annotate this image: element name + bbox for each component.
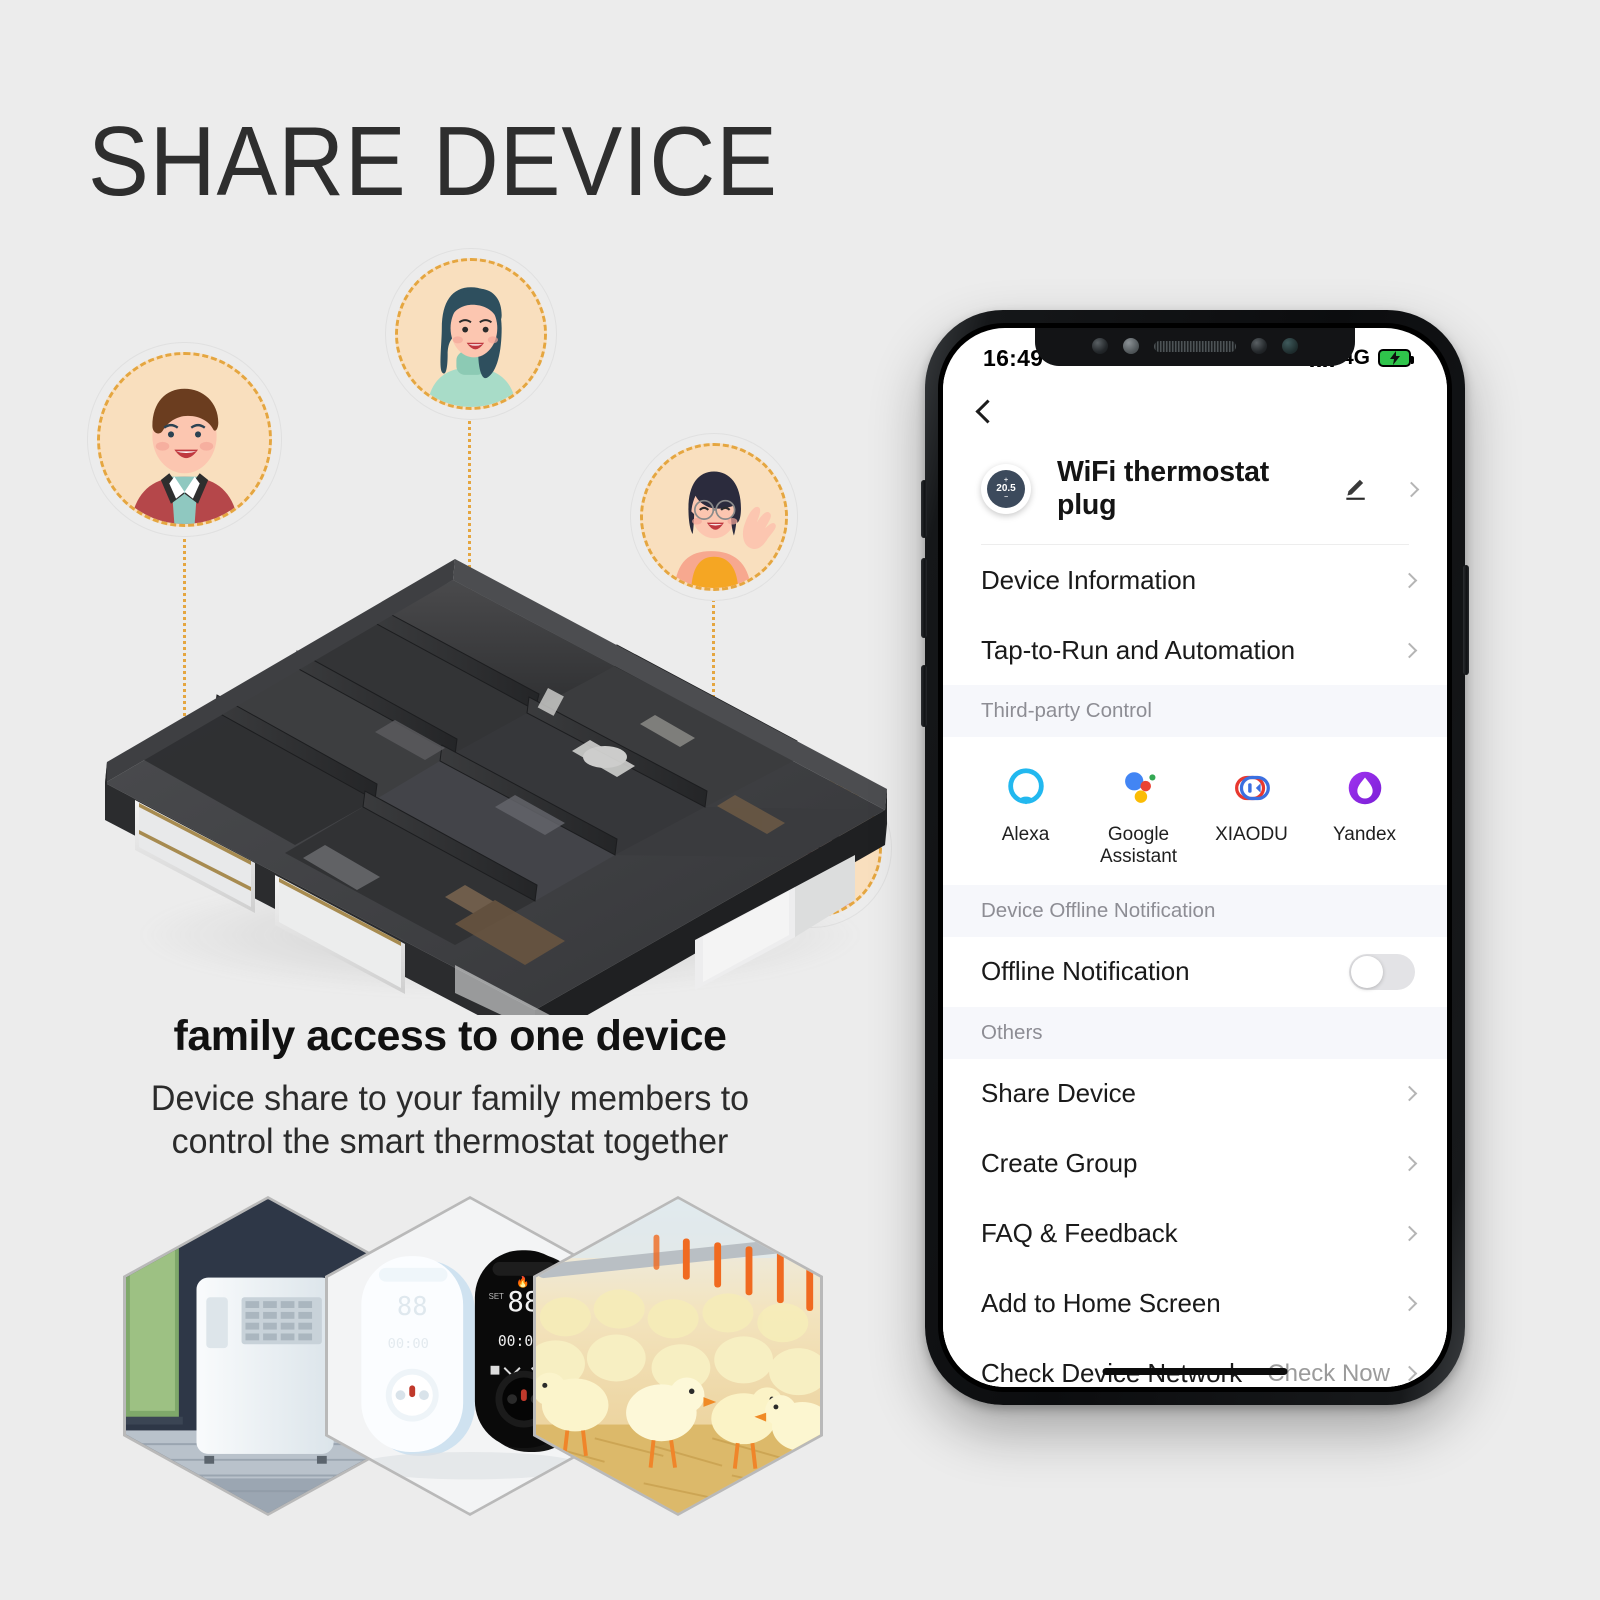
third-party-grid: Alexa Google Assistant XIAODU Yandex (943, 737, 1447, 885)
svg-text:88: 88 (397, 1292, 428, 1322)
pencil-icon[interactable] (1342, 476, 1368, 502)
xiaodu-icon (1229, 765, 1275, 811)
row-check-device-network[interactable]: Check Device Network Check Now (943, 1338, 1447, 1387)
row-faq-feedback[interactable]: FAQ & Feedback (943, 1198, 1447, 1269)
row-label: FAQ & Feedback (981, 1218, 1178, 1249)
row-label: Share Device (981, 1078, 1136, 1109)
chevron-right-icon (1401, 1086, 1418, 1102)
alexa-icon (1003, 765, 1049, 811)
section-header-third-party: Third-party Control (943, 685, 1447, 737)
battery-charging-icon (1378, 349, 1414, 367)
isometric-floorplan-illustration (95, 545, 905, 1015)
third-party-label: Google Assistant (1100, 824, 1177, 869)
avatar-woman-long-hair (395, 258, 547, 410)
hex-tile-chicks-farm (533, 1196, 823, 1516)
thermostat-device-icon: + 20.5 − (981, 464, 1031, 514)
third-party-google-assistant[interactable]: Google Assistant (1082, 765, 1195, 869)
front-camera-icon (1092, 338, 1108, 354)
phone-screen: 16:49 4G + 20.5 − WiFi thermostat plug D… (943, 328, 1447, 1387)
chevron-right-icon (1401, 1226, 1418, 1242)
chevron-right-icon (1401, 1156, 1418, 1172)
avatar-illustration-1 (100, 355, 269, 524)
app-content: + 20.5 − WiFi thermostat plug Device Inf… (943, 374, 1447, 1387)
section-header-offline: Device Offline Notification (943, 884, 1447, 937)
toggle-knob (1351, 955, 1383, 988)
svg-text:00:00: 00:00 (388, 1336, 429, 1352)
thermostat-temperature: 20.5 (996, 483, 1016, 494)
chevron-right-icon (1403, 481, 1420, 497)
device-name: WiFi thermostat plug (1057, 456, 1270, 521)
chevron-right-icon (1401, 572, 1418, 588)
earpiece-speaker-icon (1154, 340, 1236, 352)
section-header-others: Others (943, 1006, 1447, 1059)
description-text: Device share to your family members to c… (14, 1078, 887, 1163)
yandex-icon (1342, 765, 1388, 811)
dot-projector-icon (1282, 338, 1298, 354)
row-add-to-home-screen[interactable]: Add to Home Screen (943, 1268, 1447, 1339)
offline-notification-toggle[interactable] (1349, 953, 1415, 990)
row-create-group[interactable]: Create Group (943, 1128, 1447, 1199)
plus-sign: + (1003, 477, 1009, 484)
proximity-sensor-icon (1123, 338, 1139, 354)
phone-notch (1035, 328, 1355, 366)
row-share-device[interactable]: Share Device (943, 1058, 1447, 1129)
google-assistant-line2: Assistant (1099, 846, 1178, 868)
chevron-left-icon (975, 398, 1000, 424)
chevron-right-icon (1401, 642, 1418, 658)
third-party-label: XIAODU (1215, 824, 1288, 845)
phone-mute-switch[interactable] (921, 665, 927, 727)
chevron-right-icon (1401, 1366, 1418, 1382)
description-line-1: Device share to your family members to (150, 1079, 750, 1118)
phone-power-button[interactable] (1463, 565, 1469, 675)
row-label: Device Information (981, 564, 1196, 595)
third-party-label: Yandex (1332, 824, 1397, 845)
ir-camera-icon (1251, 338, 1267, 354)
row-label: Tap-to-Run and Automation (981, 634, 1296, 665)
chevron-right-icon (1401, 1296, 1418, 1312)
third-party-alexa[interactable]: Alexa (969, 765, 1082, 869)
third-party-label: Alexa (1001, 824, 1050, 845)
avatar-illustration-2 (398, 261, 544, 407)
home-indicator[interactable] (1102, 1368, 1288, 1375)
row-device-information[interactable]: Device Information (943, 545, 1447, 615)
description-line-2: control the smart thermostat together (171, 1121, 729, 1161)
row-label: Add to Home Screen (981, 1288, 1221, 1319)
avatar-man-red-sweater (97, 352, 272, 527)
status-time: 16:49 (983, 344, 1044, 371)
row-label: Create Group (981, 1148, 1138, 1179)
back-button[interactable] (943, 374, 1447, 448)
google-assistant-icon (1116, 765, 1162, 811)
third-party-yandex[interactable]: Yandex (1308, 765, 1421, 869)
row-offline-notification[interactable]: Offline Notification (943, 936, 1447, 1007)
google-assistant-line1: Google (1107, 824, 1170, 845)
svg-text:🔥: 🔥 (516, 1275, 529, 1288)
row-label: Offline Notification (981, 956, 1190, 987)
third-party-xiaodu[interactable]: XIAODU (1195, 765, 1308, 869)
phone-volume-down-button[interactable] (921, 558, 927, 638)
page-title: SHARE DEVICE (88, 106, 778, 216)
device-header-row[interactable]: + 20.5 − WiFi thermostat plug (943, 448, 1447, 544)
subheadline: family access to one device (173, 1012, 727, 1060)
phone-mockup: 16:49 4G + 20.5 − WiFi thermostat plug D… (921, 310, 1469, 1405)
row-tap-to-run-automation[interactable]: Tap-to-Run and Automation (943, 615, 1447, 685)
phone-volume-up-button[interactable] (921, 480, 927, 538)
minus-sign: − (1003, 494, 1009, 501)
svg-text:SET: SET (489, 1292, 504, 1301)
